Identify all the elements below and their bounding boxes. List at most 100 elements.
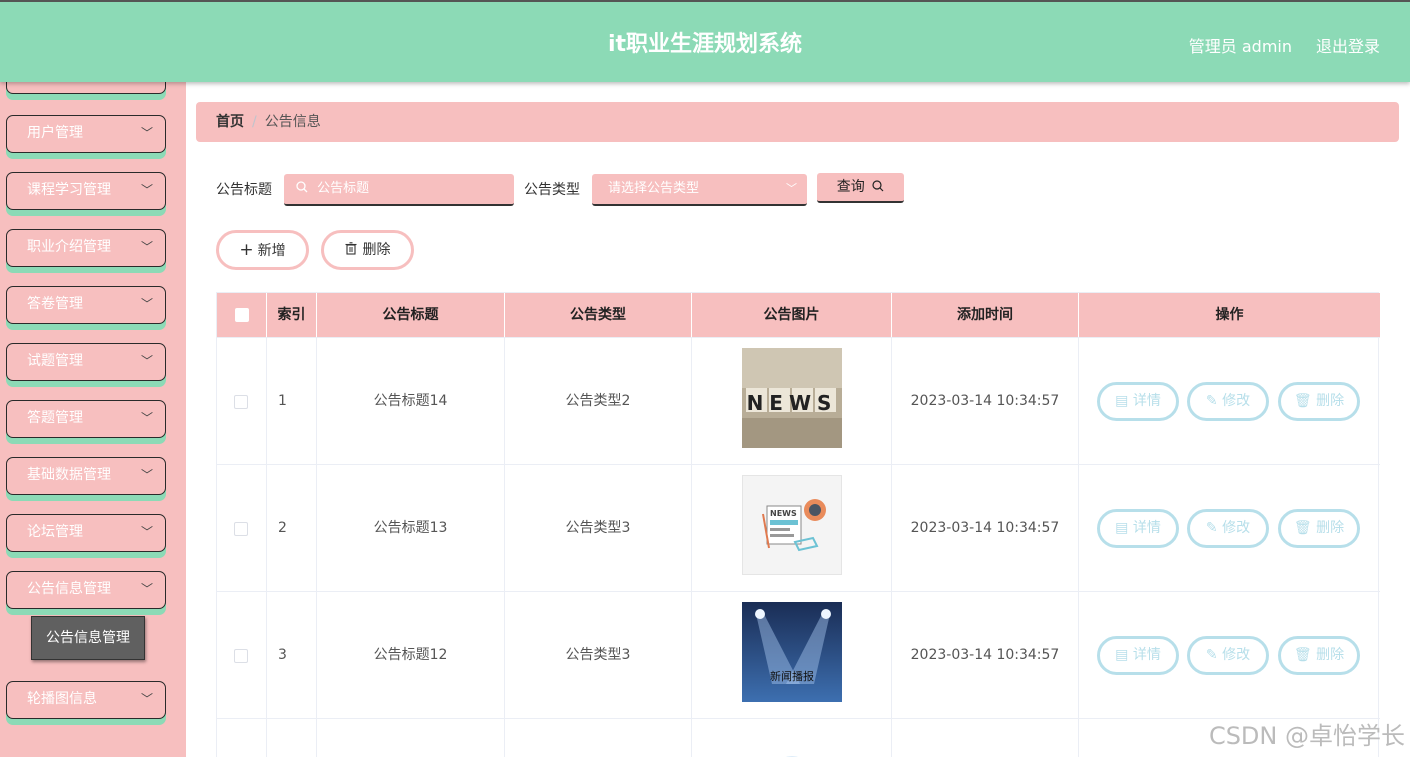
col-index: 索引 [267,293,317,337]
news-broadcast-image[interactable]: 新闻播报 [742,602,842,702]
cell-actions: ▤ 详情 ✎ 修改 🗑 删除 [1079,592,1380,719]
query-button[interactable]: 查询 [817,173,904,203]
sidebar-item-answer-sheet[interactable]: 答卷管理 ﹀ [6,286,166,324]
chevron-down-icon: ﹀ [140,525,153,539]
select-all-cell [217,293,267,337]
cell-image [692,719,892,757]
chevron-down-icon: ﹀ [140,240,153,254]
search-title-input[interactable]: 公告标题 [284,174,514,206]
sidebar-item-carousel[interactable]: 轮播图信息 ﹀ [6,681,166,719]
sidebar-item-base-data[interactable]: 基础数据管理 ﹀ [6,457,166,495]
add-button-label: 新增 [257,243,286,259]
delete-button[interactable]: 删除 [321,230,414,270]
type-select-placeholder: 请选择公告类型 [608,181,700,196]
document-icon: ▤ [1115,647,1133,663]
row-checkbox[interactable] [234,649,248,663]
row-select-cell [217,338,267,465]
cell-title: 公告标题14 [317,338,505,465]
sidebar-item-label: 用户管理 [27,125,83,141]
row-select-cell [217,592,267,719]
sidebar-item-questions[interactable]: 试题管理 ﹀ [6,343,166,381]
breadcrumb: 首页 / 公告信息 [196,102,1399,142]
row-delete-button[interactable]: 🗑 删除 [1278,382,1360,421]
cell-actions: ▤ 详情 ✎ 修改 🗑 删除 [1079,465,1380,592]
chevron-down-icon: ﹀ [140,183,153,197]
row-select-cell [217,465,267,592]
col-image: 公告图片 [692,293,892,337]
cell-type: 公告类型3 [505,592,692,719]
col-title: 公告标题 [317,293,505,337]
document-icon: ▤ [1115,520,1133,536]
sidebar-item-partial[interactable] [6,82,166,94]
breadcrumb-home[interactable]: 首页 [216,114,244,130]
cell-title: 公告标题12 [317,592,505,719]
top-header: it职业生涯规划系统 管理员 admin 退出登录 [0,0,1410,82]
cell-index: 2 [267,465,317,592]
row-delete-button[interactable]: 🗑 删除 [1278,636,1360,675]
table-header: 索引 公告标题 公告类型 公告图片 添加时间 操作 [217,293,1380,337]
cell-actions: ▤ 详情 ✎ 修改 🗑 删除 [1079,338,1380,465]
row-checkbox[interactable] [234,522,248,536]
add-button[interactable]: + 新增 [216,230,309,270]
chevron-down-icon: ﹀ [140,126,153,140]
row-checkbox[interactable] [234,395,248,409]
detail-button[interactable]: ▤ 详情 [1097,509,1179,548]
col-actions: 操作 [1215,307,1244,323]
type-select[interactable]: 请选择公告类型 ﹀ [592,174,807,206]
breadcrumb-separator: / [252,114,257,130]
sidebar-item-label: 课程学习管理 [27,182,111,198]
search-title-placeholder: 公告标题 [317,181,370,196]
chevron-down-icon: ﹀ [140,411,153,425]
sidebar-item-forum[interactable]: 论坛管理 ﹀ [6,514,166,552]
news-illustration-image[interactable]: NEWS [742,475,842,575]
cell-title: 公告标题13 [317,465,505,592]
trash-icon: 🗑 [1293,393,1317,409]
table-row: 3 公告标题12 公告类型3 新闻播报 2023-03-14 10:34:57 … [217,591,1380,719]
detail-button[interactable]: ▤ 详情 [1097,636,1179,675]
chevron-down-icon: ﹀ [786,182,797,195]
cell-image: NEWS [692,465,892,592]
cell-time: 2023-03-14 10:34:57 [892,592,1079,719]
globe-image[interactable] [767,749,817,757]
delete-button-label: 删除 [362,242,391,258]
current-user: 管理员 admin [1188,37,1292,56]
edit-button[interactable]: ✎ 修改 [1187,509,1269,548]
cell-time: 2023-03-14 10:34:57 [892,465,1079,592]
sidebar-item-notice[interactable]: 公告信息管理 ﹀ [6,571,166,609]
pencil-icon: ✎ [1205,393,1223,409]
search-type-label: 公告类型 [524,182,580,198]
sidebar-item-users[interactable]: 用户管理 ﹀ [6,115,166,153]
row-delete-button[interactable]: 🗑 删除 [1278,509,1360,548]
chevron-down-icon: ﹀ [140,692,153,706]
sidebar-item-answers[interactable]: 答题管理 ﹀ [6,400,166,438]
col-type: 公告类型 [505,293,692,337]
col-time: 添加时间 [892,293,1079,337]
chevron-down-icon: ﹀ [140,582,153,596]
news-image-text: NEWS [747,391,838,415]
pencil-icon: ✎ [1205,647,1223,663]
trash-icon [345,242,356,255]
sidebar-item-career[interactable]: 职业介绍管理 ﹀ [6,229,166,267]
edit-button[interactable]: ✎ 修改 [1187,382,1269,421]
search-icon [296,181,312,196]
cell-index: 1 [267,338,317,465]
table-row: 2 公告标题13 公告类型3 NEWS 2023-03-14 10:34:57 … [217,464,1380,592]
table-row [217,718,1380,757]
edit-button[interactable]: ✎ 修改 [1187,636,1269,675]
sidebar-item-label: 试题管理 [27,353,83,369]
table-row: 1 公告标题14 公告类型2 NEWS 2023-03-14 10:34:57 … [217,337,1380,465]
cell-type: 公告类型3 [505,465,692,592]
submenu-notice-manage[interactable]: 公告信息管理 [31,616,145,660]
news-image-text: NEWS [770,509,797,518]
document-icon: ▤ [1115,393,1133,409]
logout-link[interactable]: 退出登录 [1316,33,1380,57]
cell-type: 公告类型2 [505,338,692,465]
cell-image: 新闻播报 [692,592,892,719]
watermark: CSDN @卓怡学长 [1208,722,1405,750]
sidebar-item-course[interactable]: 课程学习管理 ﹀ [6,172,166,210]
select-all-checkbox[interactable] [235,308,249,322]
trash-icon: 🗑 [1293,520,1317,536]
detail-button[interactable]: ▤ 详情 [1097,382,1179,421]
cell-image: NEWS [692,338,892,465]
news-dice-image[interactable]: NEWS [742,348,842,448]
